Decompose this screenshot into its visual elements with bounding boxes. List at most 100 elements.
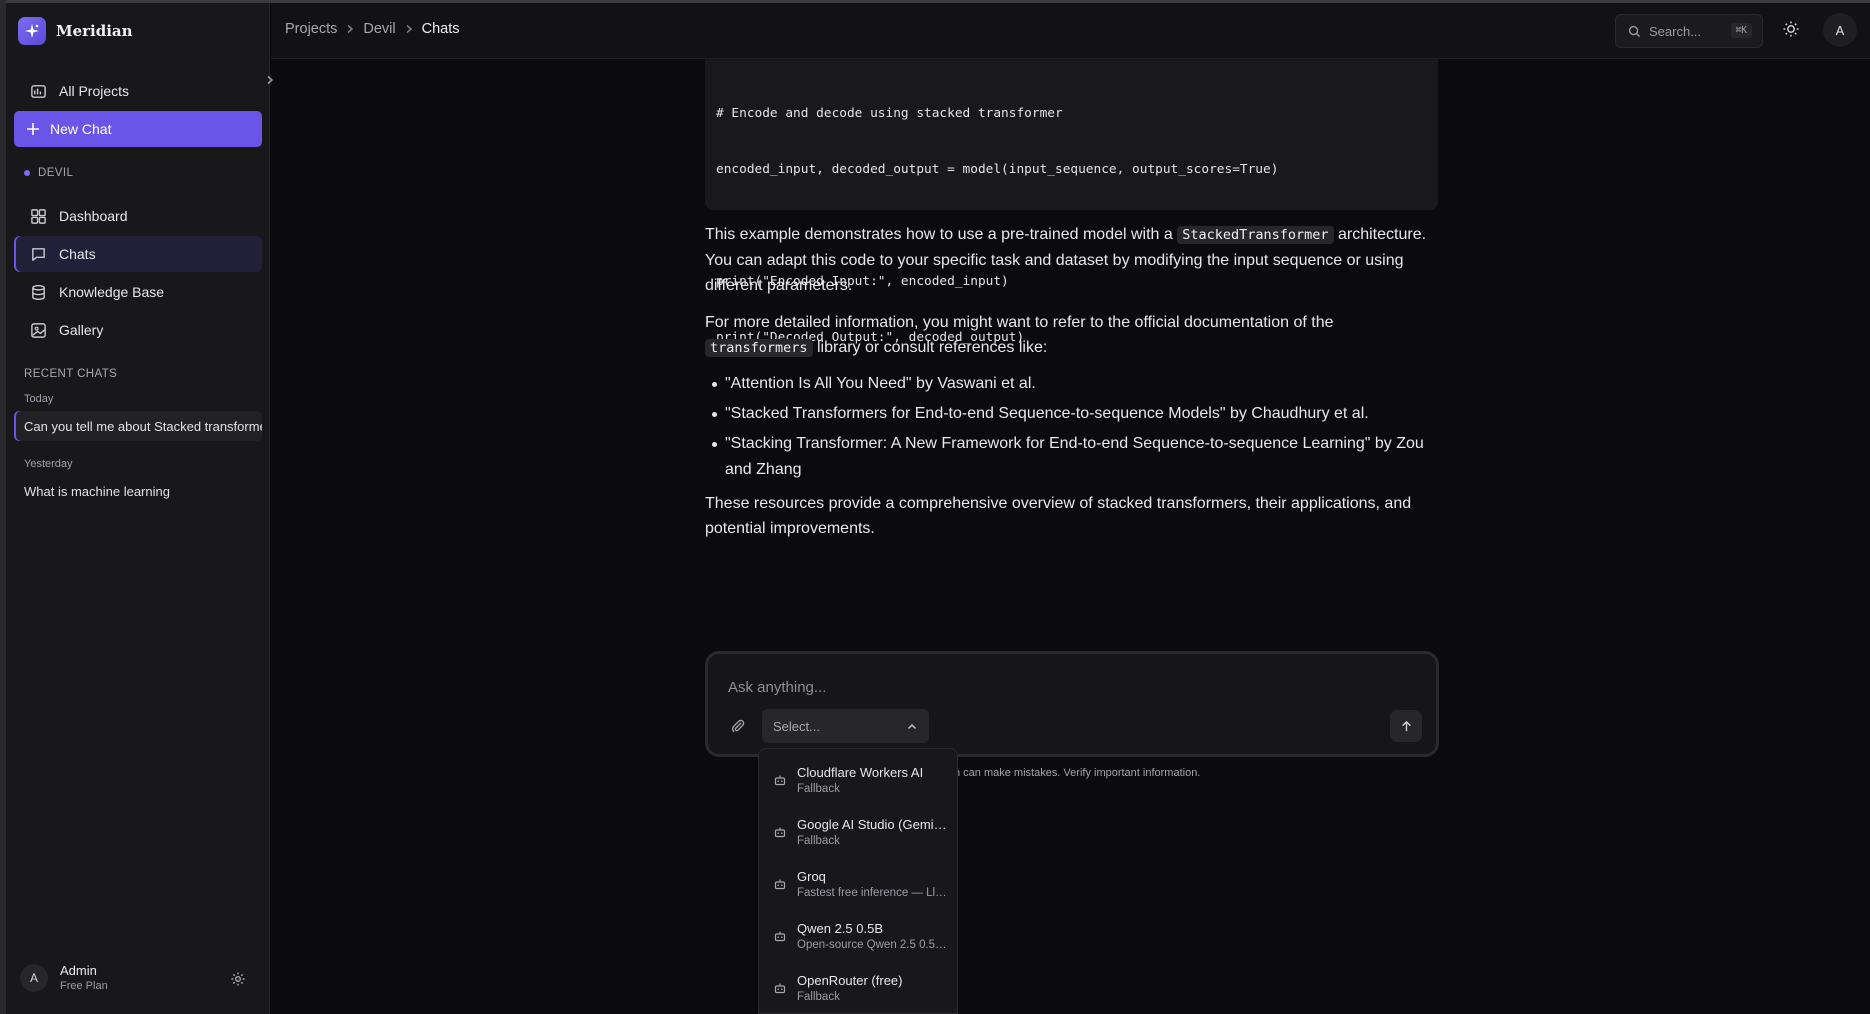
gear-icon: [231, 972, 245, 986]
message-paragraph: This example demonstrates how to use a p…: [705, 222, 1445, 298]
chat-icon: [32, 247, 45, 261]
bot-icon: [774, 929, 788, 947]
profile-name: Admin: [60, 963, 97, 978]
breadcrumb-devil[interactable]: Devil: [363, 21, 395, 37]
model-option-name: Cloudflare Workers AI: [797, 765, 924, 780]
bot-icon: [774, 981, 788, 999]
model-option-name: Google AI Studio (Gemini): [797, 817, 947, 832]
inline-code: StackedTransformer: [1177, 226, 1334, 244]
model-option-desc: Fallback: [797, 835, 840, 847]
model-option-desc: Fallback: [797, 783, 840, 795]
all-projects-label: All Projects: [59, 83, 130, 99]
sidebar-item-label: Chats: [59, 246, 96, 262]
collapse-sidebar-button[interactable]: [262, 69, 278, 91]
search-shortcut: ⌘K: [1730, 23, 1752, 38]
gallery-icon: [31, 322, 46, 338]
model-option-desc: Fallback: [797, 991, 840, 1003]
model-dropdown: Cloudflare Workers AI Fallback Google AI …: [758, 748, 958, 1014]
all-projects-link[interactable]: All Projects: [14, 73, 262, 109]
user-avatar-button[interactable]: A: [1823, 13, 1857, 47]
sparkle-logo-icon: [18, 17, 46, 45]
model-option-desc: Fastest free inference — Llama: [797, 887, 947, 899]
sun-icon: [1783, 21, 1799, 37]
paperclip-icon: [731, 719, 745, 733]
model-option-name: Groq: [797, 869, 826, 884]
model-option[interactable]: Qwen 2.5 0.5B Open-source Qwen 2.5 0.5B m…: [759, 915, 957, 967]
sidebar-item-gallery[interactable]: Gallery: [14, 312, 262, 348]
chevron-right-icon: [345, 24, 355, 34]
sidebar: Meridian All Projects New Chat DEVIL Das…: [6, 3, 274, 1014]
chevron-up-icon: [907, 720, 917, 735]
bot-icon: [774, 825, 788, 843]
settings-button[interactable]: [230, 971, 246, 992]
code-line: # Encode and decode using stacked transf…: [716, 106, 1063, 121]
recent-chats-heading: RECENT CHATS: [24, 368, 117, 380]
search-input[interactable]: Search... ⌘K: [1615, 14, 1763, 48]
recent-chat-item[interactable]: Can you tell me about Stacked transforme…: [14, 411, 262, 441]
breadcrumb-current: Chats: [421, 21, 460, 37]
project-label: DEVIL: [24, 167, 73, 179]
model-option[interactable]: Google AI Studio (Gemini) Fallback: [759, 811, 957, 863]
model-option[interactable]: OpenRouter (free) Fallback: [759, 967, 957, 1014]
new-chat-label: New Chat: [50, 121, 112, 137]
text-span: This example demonstrates how to use a p…: [705, 226, 1178, 243]
search-icon: [1628, 25, 1641, 37]
top-header: Projects Devil Chats Search... ⌘K A: [271, 3, 1870, 59]
database-icon: [32, 284, 45, 300]
disclaimer-text: n can make mistakes. Verify important in…: [954, 767, 1201, 779]
assistant-message: This example demonstrates how to use a p…: [705, 222, 1445, 541]
dashboard-icon: [31, 208, 46, 224]
model-option-name: OpenRouter (free): [797, 973, 903, 988]
sidebar-item-knowledge-base[interactable]: Knowledge Base: [14, 274, 262, 310]
project-dot-icon: [24, 170, 30, 176]
brand[interactable]: Meridian: [18, 17, 133, 45]
breadcrumb-projects[interactable]: Projects: [285, 21, 337, 37]
model-option[interactable]: Groq Fastest free inference — Llama: [759, 863, 957, 915]
project-name: DEVIL: [38, 167, 74, 179]
sidebar-item-chats[interactable]: Chats: [14, 236, 262, 272]
brand-name: Meridian: [56, 22, 133, 40]
projects-icon: [31, 84, 46, 98]
code-line: encoded_input, decoded_output = model(in…: [716, 162, 1279, 177]
model-option-desc: Open-source Qwen 2.5 0.5B model: [797, 939, 947, 951]
message-paragraph: These resources provide a comprehensive …: [705, 495, 1412, 537]
group-label-yesterday: Yesterday: [24, 458, 73, 470]
avatar: A: [20, 963, 48, 992]
search-placeholder: Search...: [1649, 23, 1702, 39]
theme-toggle-button[interactable]: [1782, 20, 1800, 43]
breadcrumb: Projects Devil Chats: [285, 21, 460, 37]
bot-icon: [774, 773, 788, 791]
group-label-today: Today: [24, 393, 54, 405]
new-chat-button[interactable]: New Chat: [14, 111, 262, 147]
sidebar-item-label: Knowledge Base: [59, 284, 165, 300]
text-span: For more detailed information, you might…: [705, 314, 1334, 331]
attach-button[interactable]: [730, 718, 745, 738]
message-paragraph: For more detailed information, you might…: [705, 310, 1445, 361]
reference-list: "Attention Is All You Need" by Vaswani e…: [705, 371, 1445, 483]
model-option[interactable]: Cloudflare Workers AI Fallback: [759, 759, 957, 811]
model-option-name: Qwen 2.5 0.5B: [797, 921, 883, 936]
text-span: library or consult references like:: [812, 339, 1048, 356]
code-block: # Encode and decode using stacked transf…: [705, 59, 1438, 345]
chevron-right-icon: [267, 75, 274, 85]
plus-icon: [27, 123, 39, 135]
chevron-right-icon: [404, 24, 414, 34]
reference-item: "Stacking Transformer: A New Framework f…: [705, 431, 1445, 483]
reference-item: "Stacked Transformers for End-to-end Seq…: [705, 401, 1445, 427]
message-input[interactable]: [728, 676, 1328, 698]
sidebar-item-dashboard[interactable]: Dashboard: [14, 198, 262, 234]
arrow-up-icon: [1401, 720, 1411, 731]
bot-icon: [774, 877, 788, 895]
send-button[interactable]: [1390, 710, 1422, 742]
sidebar-item-label: Dashboard: [59, 208, 128, 224]
sidebar-item-label: Gallery: [59, 322, 104, 338]
model-select[interactable]: Select...: [762, 709, 929, 743]
inline-code: transformers: [705, 339, 813, 357]
message-composer: Select...: [705, 651, 1439, 757]
recent-chat-item[interactable]: What is machine learning: [14, 476, 262, 506]
model-select-value: Select...: [773, 718, 820, 734]
profile-plan: Free Plan: [60, 980, 108, 992]
user-profile[interactable]: A Admin Free Plan: [20, 963, 108, 992]
recent-chats-label: RECENT CHATS: [24, 368, 118, 380]
reference-item: "Attention Is All You Need" by Vaswani e…: [705, 371, 1445, 397]
